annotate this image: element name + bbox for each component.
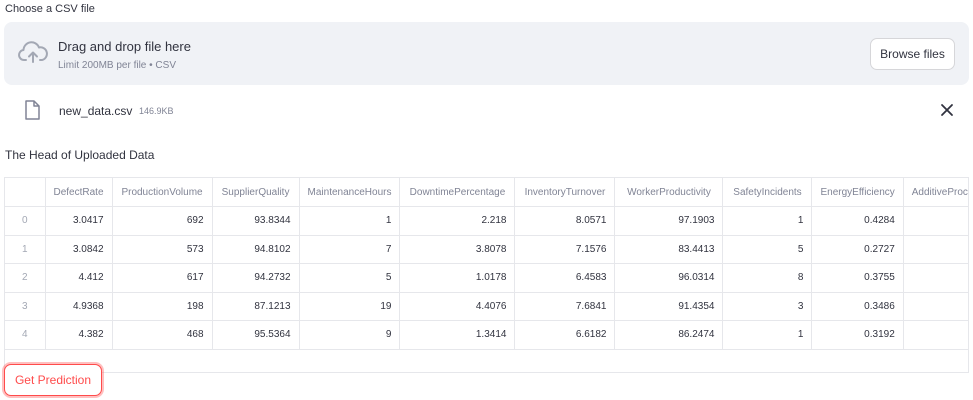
table-cell[interactable]: 6.4583 — [514, 263, 616, 293]
browse-files-button[interactable]: Browse files — [870, 38, 955, 70]
uploaded-file-item: new_data.csv 146.9KB — [4, 96, 969, 126]
file-size: 146.9KB — [139, 106, 174, 116]
table-cell[interactable]: 5 — [722, 235, 813, 264]
table-cell[interactable]: 8 — [722, 263, 813, 293]
table-cell[interactable]: 4.4076 — [399, 292, 516, 321]
table-row-index[interactable]: 2 — [5, 263, 46, 293]
get-prediction-button[interactable]: Get Prediction — [4, 364, 102, 396]
table-cell[interactable]: 9 — [299, 320, 401, 350]
table-cell[interactable]: 3.0842 — [45, 235, 113, 264]
close-icon[interactable] — [939, 102, 955, 118]
data-table[interactable]: DefectRate ProductionVolume SupplierQualit… — [4, 177, 969, 373]
table-column-header[interactable]: WorkerProductivity — [614, 178, 724, 207]
table-index-header[interactable] — [5, 178, 46, 207]
dropzone-title: Drag and drop file here — [58, 39, 191, 54]
cloud-upload-icon — [18, 41, 48, 63]
table-cell[interactable]: 617 — [112, 263, 213, 293]
table-cell[interactable]: 87.1213 — [212, 292, 300, 321]
table-cell[interactable]: 96.0314 — [614, 263, 724, 293]
table-cell[interactable]: 97.1903 — [614, 206, 724, 236]
table-cell[interactable]: 3.8078 — [399, 235, 516, 264]
table-column-header[interactable]: ProductionVolume — [112, 178, 213, 207]
table-column-header[interactable]: AdditiveProces — [903, 178, 968, 207]
table-cell[interactable]: 8.0571 — [514, 206, 616, 236]
table-cell[interactable]: 573 — [112, 235, 213, 264]
table-cell[interactable]: 3 — [903, 320, 968, 350]
table-row: 0 3.0417 692 93.8344 1 2.218 8.0571 97.1903 1 0.4… — [5, 206, 968, 236]
table-row-index[interactable]: 3 — [5, 292, 46, 321]
table-cell[interactable]: 5 — [299, 263, 401, 293]
table-column-header[interactable]: DowntimePercentage — [399, 178, 516, 207]
table-cell[interactable]: 1 — [903, 263, 968, 293]
table-cell[interactable]: 94.2732 — [212, 263, 300, 293]
table-cell[interactable]: 94.8102 — [212, 235, 300, 264]
file-icon — [25, 100, 40, 120]
table-cell[interactable]: 1 — [299, 206, 401, 236]
table-cell[interactable]: 8 — [903, 206, 968, 236]
table-column-header[interactable]: SafetyIncidents — [722, 178, 813, 207]
table-cell[interactable]: 3 — [722, 292, 813, 321]
dropzone-limit: Limit 200MB per file • CSV — [58, 60, 176, 71]
table-row: 1 3.0842 573 94.8102 7 3.8078 7.1576 83.4413 5 0.… — [5, 235, 968, 264]
table-cell[interactable]: 6.6182 — [514, 320, 616, 350]
table-cell[interactable]: 468 — [112, 320, 213, 350]
table-cell[interactable]: 692 — [112, 206, 213, 236]
table-cell[interactable]: 95.5364 — [212, 320, 300, 350]
data-table-grid: DefectRate ProductionVolume SupplierQualit… — [5, 178, 968, 350]
table-column-header[interactable]: DefectRate — [45, 178, 113, 207]
table-cell[interactable]: 1.0178 — [399, 263, 516, 293]
table-cell[interactable]: 5 — [903, 235, 968, 264]
table-row: 4 4.382 468 95.5364 9 1.3414 6.6182 86.2474 1 0.3… — [5, 320, 968, 350]
table-column-header[interactable]: MaintenanceHours — [299, 178, 401, 207]
table-cell[interactable]: 198 — [112, 292, 213, 321]
table-cell[interactable]: 19 — [299, 292, 401, 321]
table-cell[interactable]: 7.6841 — [514, 292, 616, 321]
table-cell[interactable]: 0.3192 — [811, 320, 904, 350]
table-cell[interactable]: 0.4284 — [811, 206, 904, 236]
file-dropzone[interactable]: Drag and drop file here Limit 200MB per … — [4, 22, 969, 85]
table-header-row: DefectRate ProductionVolume SupplierQualit… — [5, 178, 968, 207]
table-cell[interactable]: 7 — [299, 235, 401, 264]
table-cell[interactable]: 2.218 — [399, 206, 516, 236]
table-cell[interactable]: 4.9368 — [45, 292, 113, 321]
section-title: The Head of Uploaded Data — [5, 148, 155, 162]
table-cell[interactable]: 1 — [722, 206, 813, 236]
table-cell[interactable]: 91.4354 — [614, 292, 724, 321]
table-column-header[interactable]: EnergyEfficiency — [811, 178, 904, 207]
table-row: 3 4.9368 198 87.1213 19 4.4076 7.6841 91.4354 3 0… — [5, 292, 968, 321]
table-cell[interactable]: 7.1576 — [514, 235, 616, 264]
table-cell[interactable]: 1 — [903, 292, 968, 321]
table-cell[interactable]: 0.2727 — [811, 235, 904, 264]
table-cell[interactable]: 93.8344 — [212, 206, 300, 236]
file-name: new_data.csv — [59, 104, 133, 118]
table-row-index[interactable]: 4 — [5, 320, 46, 350]
table-cell[interactable]: 86.2474 — [614, 320, 724, 350]
table-row: 2 4.412 617 94.2732 5 1.0178 6.4583 96.0314 8 0.3… — [5, 263, 968, 293]
table-cell[interactable]: 83.4413 — [614, 235, 724, 264]
table-column-header[interactable]: SupplierQuality — [212, 178, 300, 207]
table-cell[interactable]: 4.412 — [45, 263, 113, 293]
table-row-index[interactable]: 1 — [5, 235, 46, 264]
table-cell[interactable]: 0.3755 — [811, 263, 904, 293]
table-cell[interactable]: 4.382 — [45, 320, 113, 350]
table-cell[interactable]: 1 — [722, 320, 813, 350]
table-body: 0 3.0417 692 93.8344 1 2.218 8.0571 97.1903 1 0.4… — [5, 206, 968, 350]
table-cell[interactable]: 3.0417 — [45, 206, 113, 236]
table-cell[interactable]: 1.3414 — [399, 320, 516, 350]
table-column-header[interactable]: InventoryTurnover — [514, 178, 616, 207]
table-row-index[interactable]: 0 — [5, 206, 46, 236]
table-cell[interactable]: 0.3486 — [811, 292, 904, 321]
uploader-label: Choose a CSV file — [5, 3, 95, 15]
